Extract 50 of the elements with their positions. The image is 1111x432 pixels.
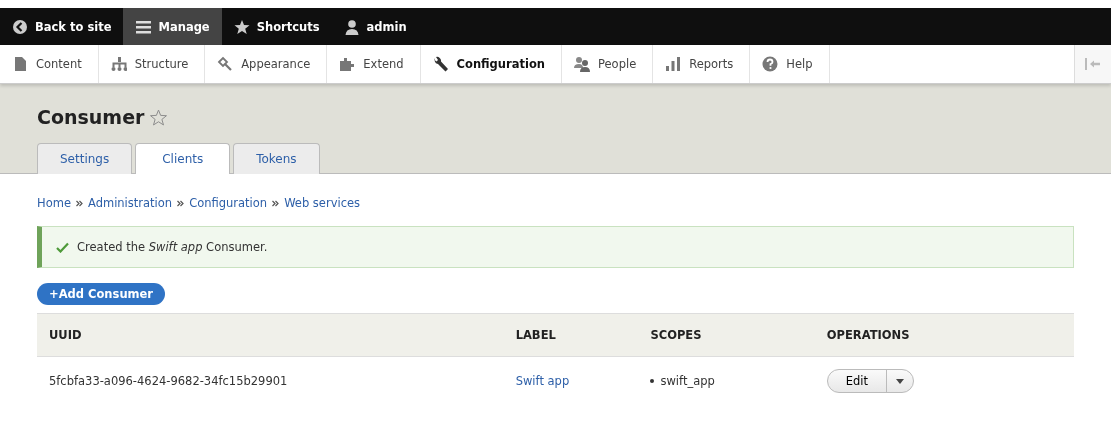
bar-chart-icon (665, 56, 682, 72)
bullet-icon (650, 379, 655, 383)
tab[interactable]: Tokens (233, 143, 320, 174)
tab[interactable]: Settings (37, 143, 133, 174)
menu-icon (135, 18, 152, 35)
separator-icon (177, 199, 185, 207)
collapse-icon[interactable] (1085, 58, 1101, 70)
star-icon (233, 18, 250, 35)
column-header: SCOPES (638, 313, 815, 357)
menu-item[interactable]: Configuration (420, 45, 562, 83)
menu-item[interactable]: Appearance (205, 45, 328, 83)
column-header: UUID (37, 313, 504, 357)
puzzle-icon (339, 56, 356, 72)
page-title: Consumer (37, 106, 145, 128)
column-header: LABEL (503, 313, 639, 357)
breadcrumb-link[interactable]: Configuration (189, 196, 268, 210)
brush-icon (217, 56, 234, 72)
tab[interactable]: Clients (135, 143, 231, 174)
toolbar-tab[interactable]: Back to site (0, 8, 124, 45)
menu-item[interactable]: Reports (653, 45, 751, 83)
column-header: OPERATIONS (814, 313, 1074, 357)
caret-icon (896, 378, 904, 384)
separator-icon (272, 199, 280, 207)
separator-icon (75, 199, 83, 207)
menu-item[interactable]: People (562, 45, 654, 83)
document-icon (12, 56, 28, 72)
message-text: Created the Swift app Consumer. (77, 240, 268, 254)
add-consumer-button[interactable]: +Add Consumer (37, 283, 166, 305)
menu-item[interactable]: Structure (98, 45, 206, 83)
hierarchy-icon (110, 56, 127, 72)
breadcrumb-link[interactable]: Web services (284, 196, 361, 210)
people-icon (574, 56, 590, 72)
breadcrumb-link[interactable]: Home (37, 196, 71, 210)
toolbar-tab[interactable]: admin (331, 8, 419, 45)
help-icon (762, 56, 779, 72)
back-icon (12, 18, 28, 35)
toolbar-tab[interactable]: Manage (123, 8, 222, 45)
toolbar-tab[interactable]: Shortcuts (221, 8, 332, 45)
menu-item[interactable]: Extend (327, 45, 421, 83)
scope-text: swift_app (660, 374, 715, 388)
user-icon (343, 18, 360, 35)
star-icon[interactable] (150, 108, 168, 126)
table-cell: 5fcbfa33-a096-4624-9682-34fc15b29901 (37, 356, 504, 405)
label-link[interactable]: Swift app (515, 374, 570, 388)
breadcrumb-link[interactable]: Administration (87, 196, 173, 210)
menu-item[interactable]: Content (0, 45, 99, 83)
checkmark-icon (56, 241, 69, 253)
menu-item[interactable]: Help (750, 45, 830, 83)
edit-button[interactable]: Edit (827, 370, 886, 392)
wrench-icon (432, 56, 449, 72)
